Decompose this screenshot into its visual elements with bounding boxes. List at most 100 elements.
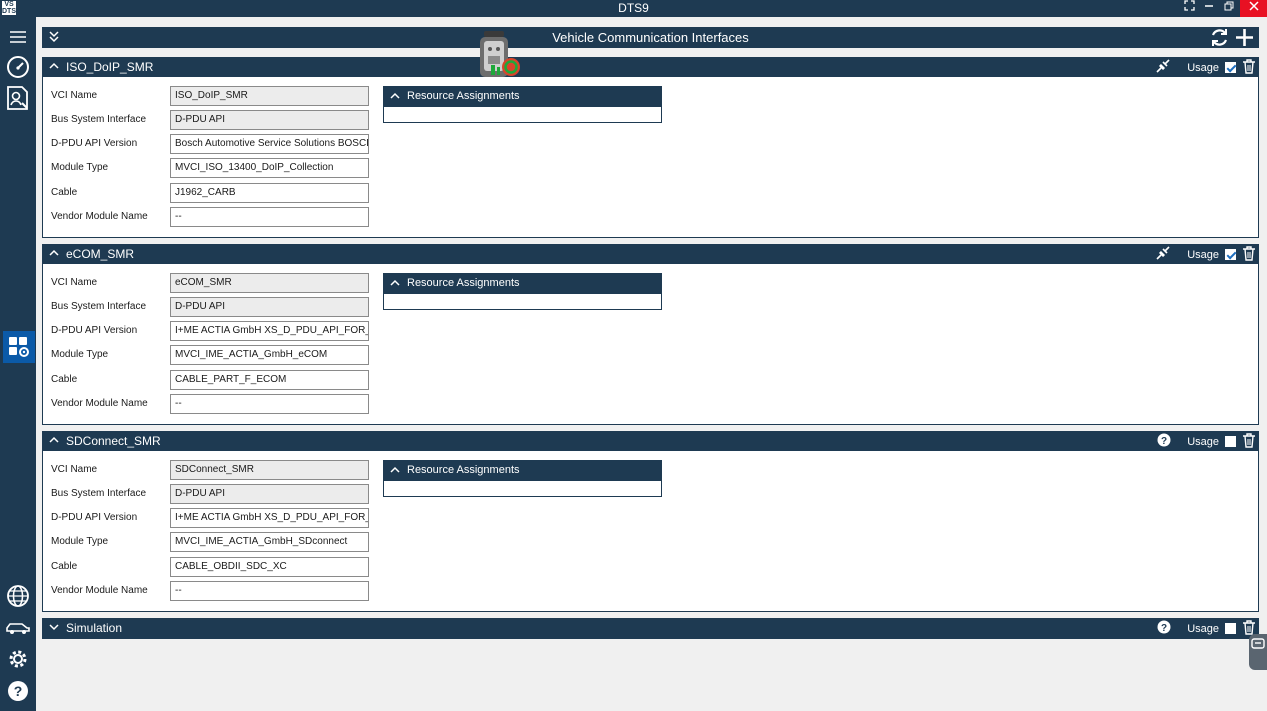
module-type-row: Module Type MVCI_IME_ACTIA_GmbH_eCOM [51,345,371,365]
dpdu-version-row: D-PDU API Version Bosch Automotive Servi… [51,134,371,154]
plus-icon [1236,29,1253,46]
bus-system-field[interactable]: D-PDU API [170,297,369,317]
collapse-panel-button[interactable] [49,435,59,448]
network-button[interactable] [5,583,31,609]
help-icon: ? [1157,620,1171,634]
resource-assignments-box: Resource Assignments [383,273,662,310]
expand-panel-button[interactable] [49,622,59,635]
vendor-module-field[interactable]: -- [170,581,369,601]
delete-button[interactable] [1242,58,1256,77]
title-bar: VS DTS DTS9 [0,0,1267,17]
speedometer-icon [7,56,29,78]
dashboard-button[interactable] [5,54,31,80]
delete-button[interactable] [1242,432,1256,451]
vci-panel-simulation: Simulation ? Usage [42,618,1259,639]
cable-row: Cable CABLE_OBDII_SDC_XC [51,557,371,577]
collapse-resources-button[interactable] [390,91,400,104]
connection-status [1155,245,1171,264]
cable-field[interactable]: CABLE_OBDII_SDC_XC [170,557,369,577]
collapse-resources-button[interactable] [390,465,400,478]
vci-panel-ecom: eCOM_SMR Usage VCI Name eCOM_SMR Bus Sys… [42,244,1259,425]
person-search-button[interactable] [5,85,31,111]
message-icon [1251,638,1265,649]
vci-panel-sdconnect: SDConnect_SMR ? Usage VCI Name SDConnect… [42,431,1259,612]
usage-label: Usage [1187,435,1219,448]
settings-button[interactable] [5,646,31,672]
cable-field[interactable]: CABLE_PART_F_ECOM [170,370,369,390]
plug-icon [1156,246,1170,260]
vendor-module-label: Vendor Module Name [51,585,148,596]
vci-name-field[interactable]: ISO_DoIP_SMR [170,86,369,106]
vci-name-field[interactable]: eCOM_SMR [170,273,369,293]
usage-label: Usage [1187,248,1219,261]
bus-system-field[interactable]: D-PDU API [170,110,369,130]
dpdu-version-field[interactable]: Bosch Automotive Service Solutions BOSCH… [170,134,369,154]
side-panel-handle[interactable] [1249,634,1267,670]
refresh-button[interactable] [1209,27,1230,51]
usage-label: Usage [1187,622,1219,635]
globe-icon [7,585,29,607]
vendor-module-row: Vendor Module Name -- [51,207,371,227]
window-title: DTS9 [618,1,649,15]
vci-name-row: VCI Name eCOM_SMR [51,273,371,293]
vendor-module-row: Vendor Module Name -- [51,394,371,414]
restore-button[interactable] [1219,0,1239,17]
vci-config-button[interactable] [3,331,35,363]
module-type-label: Module Type [51,536,109,547]
module-type-field[interactable]: MVCI_IME_ACTIA_GmbH_SDconnect [170,532,369,552]
usage-checkbox[interactable] [1225,623,1236,634]
interfaces-settings-icon [9,337,29,357]
bus-system-field[interactable]: D-PDU API [170,484,369,504]
close-icon [1248,1,1259,11]
usage-checkbox[interactable] [1225,436,1236,447]
dpdu-version-field[interactable]: I+ME ACTIA GmbH XS_D_PDU_API_FOR_DTS_9 [170,508,369,528]
vendor-module-label: Vendor Module Name [51,211,148,222]
vehicle-button[interactable] [5,615,31,641]
chevron-up-icon [49,249,59,256]
delete-button[interactable] [1242,245,1256,264]
panel-title: ISO_DoIP_SMR [66,60,154,74]
plug-icon [1156,59,1170,73]
resource-assignments-title: Resource Assignments [407,277,520,289]
vendor-module-field[interactable]: -- [170,394,369,414]
car-icon [6,623,30,634]
expand-icon [1183,0,1195,11]
close-button[interactable] [1240,0,1267,17]
help-circle-icon: ? [8,681,28,701]
fullscreen-button[interactable] [1179,0,1199,17]
resource-assignments-box: Resource Assignments [383,86,662,123]
minimize-button[interactable] [1199,0,1219,17]
vci-name-field[interactable]: SDConnect_SMR [170,460,369,480]
vci-name-row: VCI Name SDConnect_SMR [51,460,371,480]
bus-system-row: Bus System Interface D-PDU API [51,297,371,317]
cable-field[interactable]: J1962_CARB [170,183,369,203]
cable-label: Cable [51,187,78,198]
panel-title: Simulation [66,621,123,635]
dpdu-version-row: D-PDU API Version I+ME ACTIA GmbH XS_D_P… [51,321,371,341]
usage-checkbox[interactable] [1225,249,1236,260]
usage-checkbox[interactable] [1225,62,1236,73]
help-button[interactable]: ? [5,678,31,704]
collapse-panel-button[interactable] [49,248,59,261]
cable-label: Cable [51,561,78,572]
resource-assignments-box: Resource Assignments [383,460,662,497]
panel-title: SDConnect_SMR [66,434,161,448]
vci-panel-iso-doip: ISO_DoIP_SMR Usage VCI Name ISO_DoIP_SMR… [42,57,1259,238]
module-type-row: Module Type MVCI_IME_ACTIA_GmbH_SDconnec… [51,532,371,552]
bus-system-label: Bus System Interface [51,114,147,125]
dpdu-version-field[interactable]: I+ME ACTIA GmbH XS_D_PDU_API_FOR_DTS_9 [170,321,369,341]
vci-name-label: VCI Name [51,90,98,101]
module-type-field[interactable]: MVCI_ISO_13400_DoIP_Collection [170,158,369,178]
vci-name-row: VCI Name ISO_DoIP_SMR [51,86,371,106]
dpdu-version-label: D-PDU API Version [51,325,138,336]
page-title: Vehicle Communication Interfaces [552,30,749,45]
module-type-label: Module Type [51,162,109,173]
collapse-resources-button[interactable] [390,278,400,291]
menu-button[interactable] [5,24,31,50]
add-vci-button[interactable] [1234,27,1255,51]
vendor-module-field[interactable]: -- [170,207,369,227]
collapse-panel-button[interactable] [49,61,59,74]
trash-icon [1243,619,1255,635]
module-type-field[interactable]: MVCI_IME_ACTIA_GmbH_eCOM [170,345,369,365]
chevron-up-icon [390,279,400,286]
